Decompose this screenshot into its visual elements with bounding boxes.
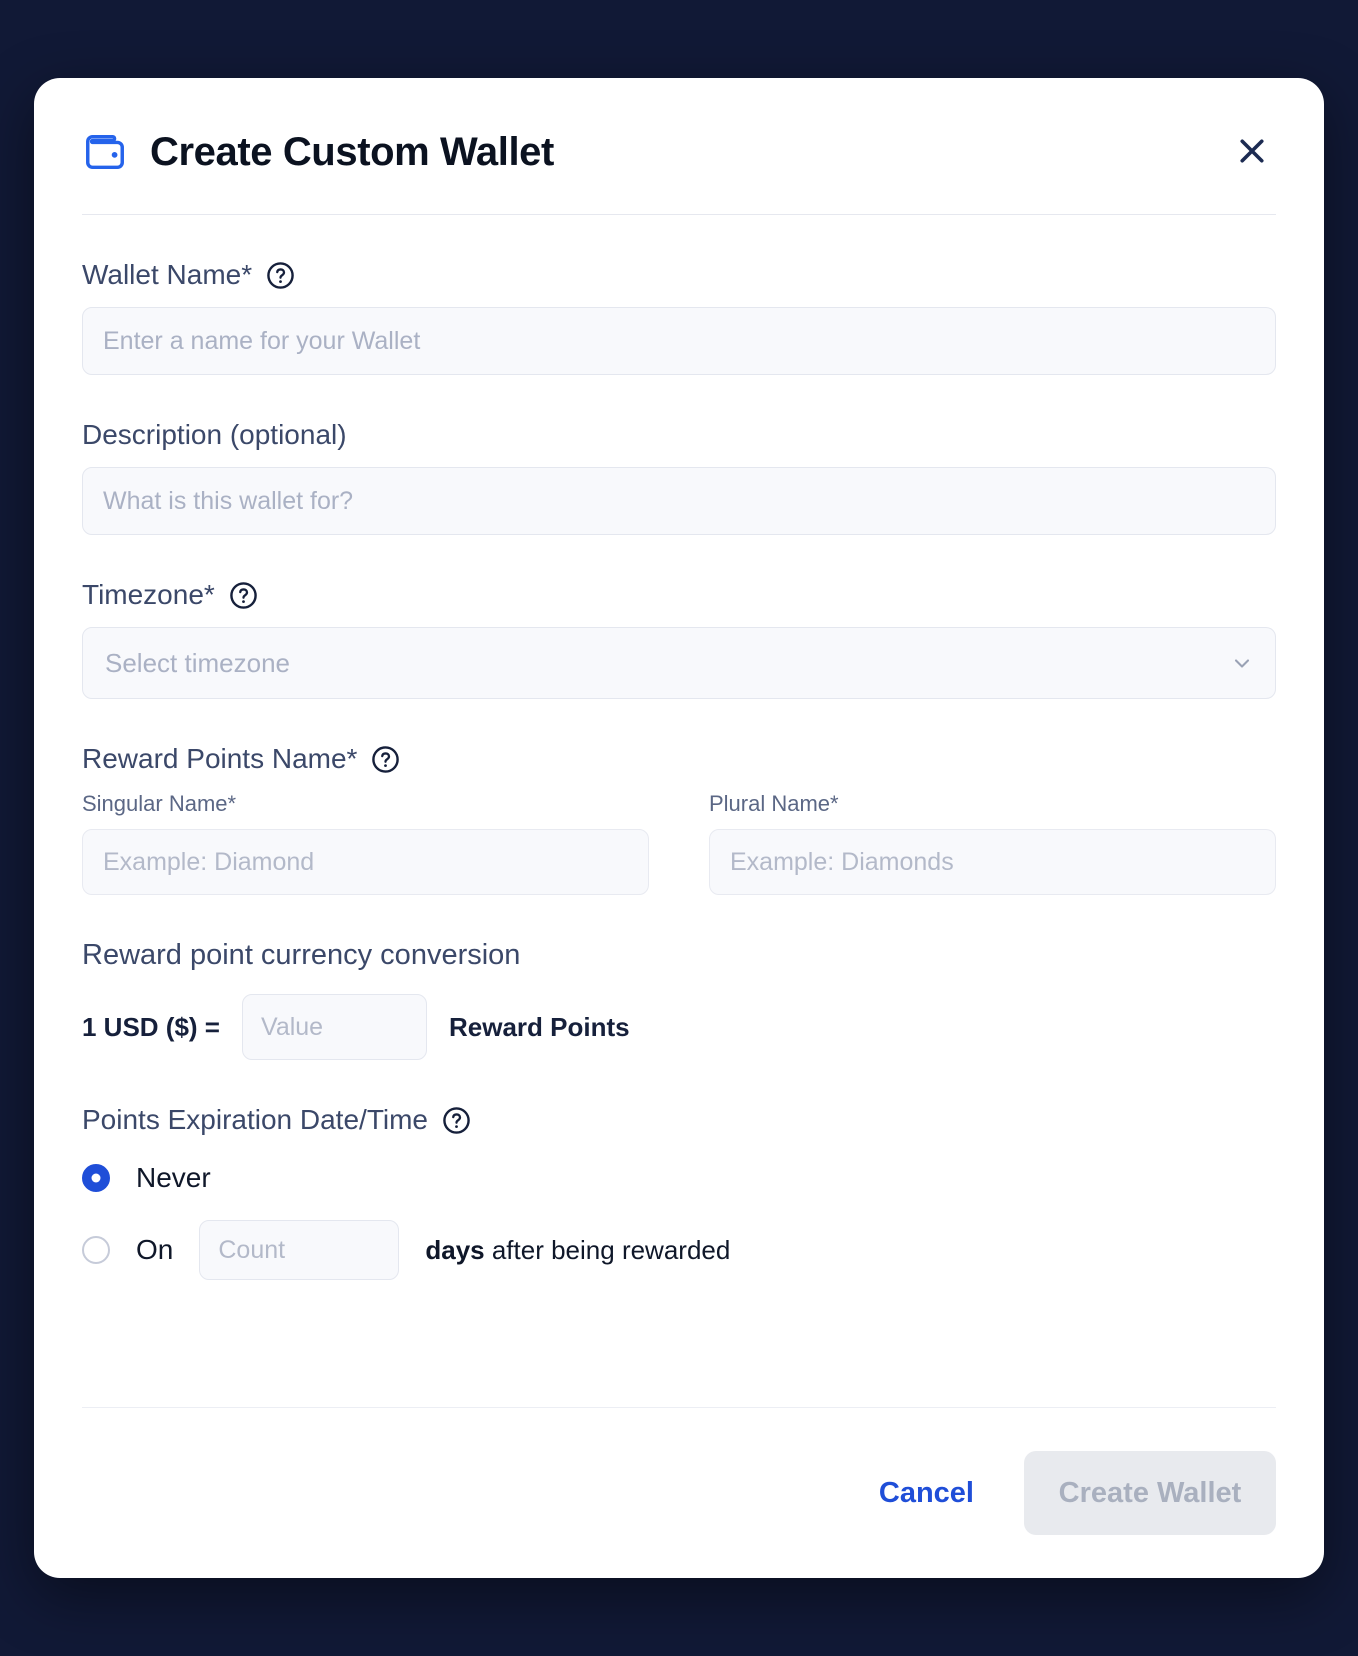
- points-expiration-label: Points Expiration Date/Time: [82, 1104, 428, 1135]
- wallet-name-label-row: Wallet Name*: [82, 259, 1276, 291]
- conversion-value-input[interactable]: [242, 994, 427, 1060]
- description-label-row: Description (optional): [82, 419, 1276, 451]
- timezone-select[interactable]: Select timezone: [82, 627, 1276, 699]
- help-circle-icon[interactable]: [371, 745, 400, 774]
- timezone-label-row: Timezone*: [82, 579, 1276, 611]
- wallet-name-group: Wallet Name*: [82, 259, 1276, 375]
- close-icon: [1234, 133, 1270, 172]
- singular-name-col: Singular Name*: [82, 791, 649, 895]
- currency-conversion-group: Reward point currency conversion 1 USD (…: [82, 939, 1276, 1060]
- reward-points-name-columns: Singular Name* Plural Name*: [82, 791, 1276, 895]
- modal-footer: Cancel Create Wallet: [34, 1408, 1324, 1578]
- help-circle-icon[interactable]: [266, 261, 295, 290]
- radio-on[interactable]: [82, 1236, 110, 1264]
- points-expiration-label-row: Points Expiration Date/Time: [82, 1104, 1276, 1136]
- expiration-days-rest: after being rewarded: [484, 1234, 731, 1265]
- expiration-days-bold: days: [425, 1234, 485, 1265]
- expiration-option-on-row[interactable]: On days after being rewarded: [82, 1220, 1276, 1280]
- create-wallet-button[interactable]: Create Wallet: [1024, 1451, 1276, 1535]
- radio-on-label: On: [136, 1234, 174, 1265]
- page-title: Create Custom Wallet: [150, 129, 554, 174]
- wallet-icon: [82, 129, 128, 175]
- reward-points-name-label: Reward Points Name*: [82, 743, 358, 774]
- singular-name-label: Singular Name*: [82, 791, 237, 816]
- radio-never[interactable]: [82, 1164, 110, 1192]
- modal-body: Wallet Name* Description (optional): [34, 215, 1324, 1407]
- help-circle-icon[interactable]: [442, 1106, 471, 1135]
- currency-conversion-row: 1 USD ($) = Reward Points: [82, 994, 1276, 1060]
- timezone-group: Timezone* Select timezone: [82, 579, 1276, 699]
- plural-name-input[interactable]: [709, 829, 1276, 895]
- description-label: Description (optional): [82, 419, 347, 450]
- help-circle-icon[interactable]: [229, 581, 258, 610]
- modal-header-left: Create Custom Wallet: [82, 129, 554, 175]
- expiration-count-input[interactable]: [199, 1220, 400, 1280]
- currency-conversion-title: Reward point currency conversion: [82, 939, 521, 971]
- expiration-option-never-row[interactable]: Never: [82, 1162, 1276, 1194]
- timezone-label: Timezone*: [82, 579, 215, 610]
- plural-name-label: Plural Name*: [709, 791, 839, 816]
- wallet-name-input[interactable]: [82, 307, 1276, 375]
- close-button[interactable]: [1228, 128, 1276, 176]
- description-input[interactable]: [82, 467, 1276, 535]
- points-expiration-group: Points Expiration Date/Time Never On day: [82, 1104, 1276, 1280]
- description-group: Description (optional): [82, 419, 1276, 535]
- radio-never-label: Never: [136, 1162, 211, 1193]
- wallet-name-label: Wallet Name*: [82, 259, 253, 290]
- singular-name-input[interactable]: [82, 829, 649, 895]
- conversion-suffix-label: Reward Points: [449, 1011, 630, 1042]
- timezone-select-wrap: Select timezone: [82, 627, 1276, 699]
- plural-name-col: Plural Name*: [709, 791, 1276, 895]
- expiration-days-text: days after being rewarded: [425, 1235, 730, 1266]
- cancel-button[interactable]: Cancel: [875, 1467, 978, 1520]
- reward-points-name-label-row: Reward Points Name*: [82, 743, 1276, 775]
- modal-header: Create Custom Wallet: [34, 78, 1324, 186]
- reward-points-name-group: Reward Points Name* Singular Name* Plura…: [82, 743, 1276, 895]
- conversion-prefix-label: 1 USD ($) =: [82, 1011, 220, 1042]
- create-custom-wallet-modal: Create Custom Wallet Wallet Name* Enter …: [34, 78, 1324, 1578]
